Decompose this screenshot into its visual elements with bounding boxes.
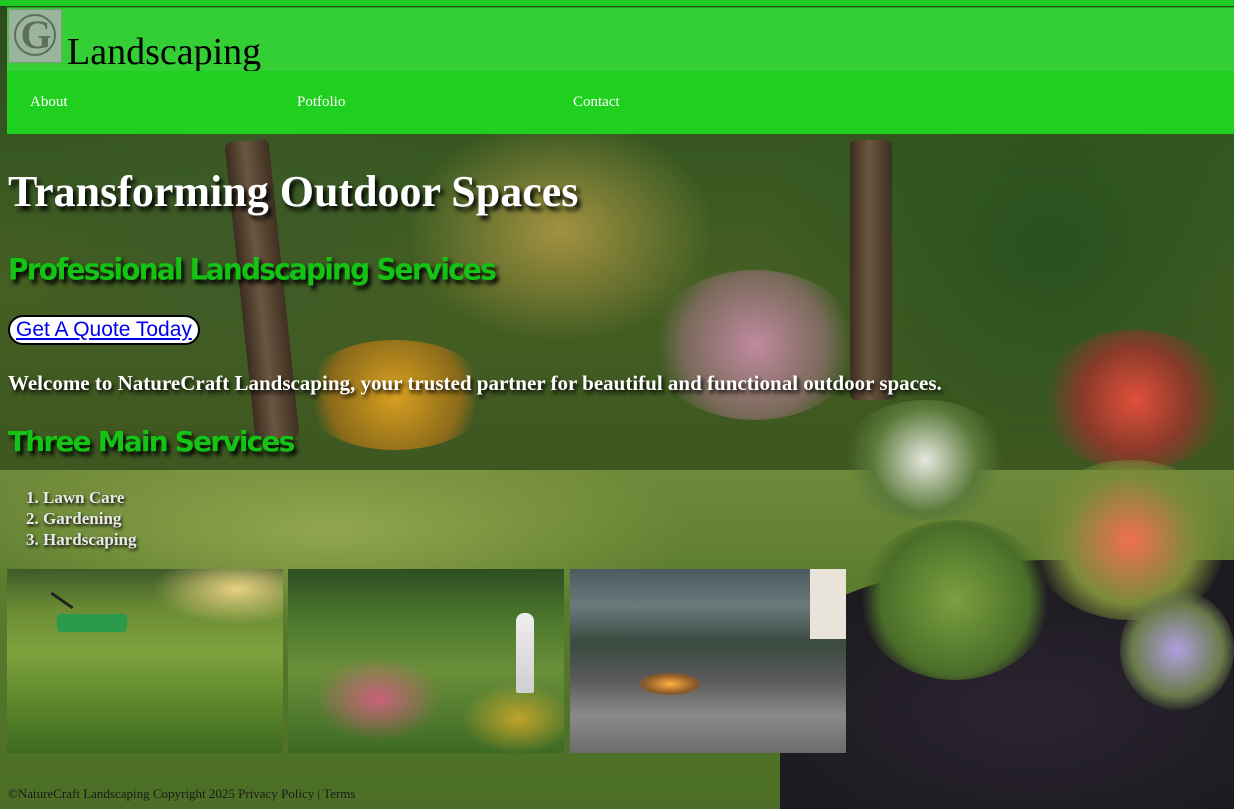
copyright-text: ©NatureCraft Landscaping Copyright 2025 — [8, 786, 235, 801]
fire-pit — [640, 673, 700, 695]
mower-handle — [50, 591, 74, 610]
services-list: 1. Lawn Care 2. Gardening 3. Hardscaping — [26, 487, 137, 550]
hero-subtitle: Professional Landscaping Services — [8, 252, 497, 287]
site-footer: ©NatureCraft Landscaping Copyright 2025 … — [8, 786, 355, 802]
flower-shrub — [1040, 330, 1230, 470]
footer-separator: | — [317, 786, 321, 801]
service-item-hardscaping: 3. Hardscaping — [26, 530, 137, 549]
top-accent-bar — [0, 0, 1234, 6]
logo-letter: G — [20, 12, 52, 57]
hardscaping-photo — [570, 569, 846, 753]
site-header: G Landscaping — [7, 7, 1234, 73]
services-title: Three Main Services — [8, 425, 295, 458]
garden-statue — [516, 613, 534, 693]
logo[interactable]: G — [8, 9, 62, 63]
lawn-care-photo — [7, 569, 283, 753]
privacy-policy-link[interactable]: Privacy Policy — [238, 786, 314, 801]
green-shrub — [860, 520, 1050, 680]
get-quote-button[interactable]: Get A Quote Today — [8, 315, 200, 345]
lawn-mower — [57, 614, 127, 632]
site-title: Landscaping — [67, 31, 262, 73]
gardening-photo — [288, 569, 564, 753]
nav-link-about[interactable]: About — [30, 93, 68, 111]
flower-shrub — [1120, 590, 1234, 710]
service-item-lawn-care: 1. Lawn Care — [26, 488, 125, 507]
flower-shrub — [840, 400, 1010, 520]
nav-link-portfolio[interactable]: Potfolio — [297, 93, 345, 111]
welcome-text: Welcome to NatureCraft Landscaping, your… — [8, 371, 942, 395]
nav-link-contact[interactable]: Contact — [573, 93, 620, 111]
service-item-gardening: 2. Gardening — [26, 509, 122, 528]
house-wall — [810, 569, 846, 639]
flower-shrub — [650, 270, 860, 420]
hero-title: Transforming Outdoor Spaces — [8, 167, 579, 216]
main-navigation: About Potfolio Contact — [7, 71, 1234, 134]
terms-link[interactable]: Terms — [323, 786, 355, 801]
service-gallery — [7, 569, 847, 753]
